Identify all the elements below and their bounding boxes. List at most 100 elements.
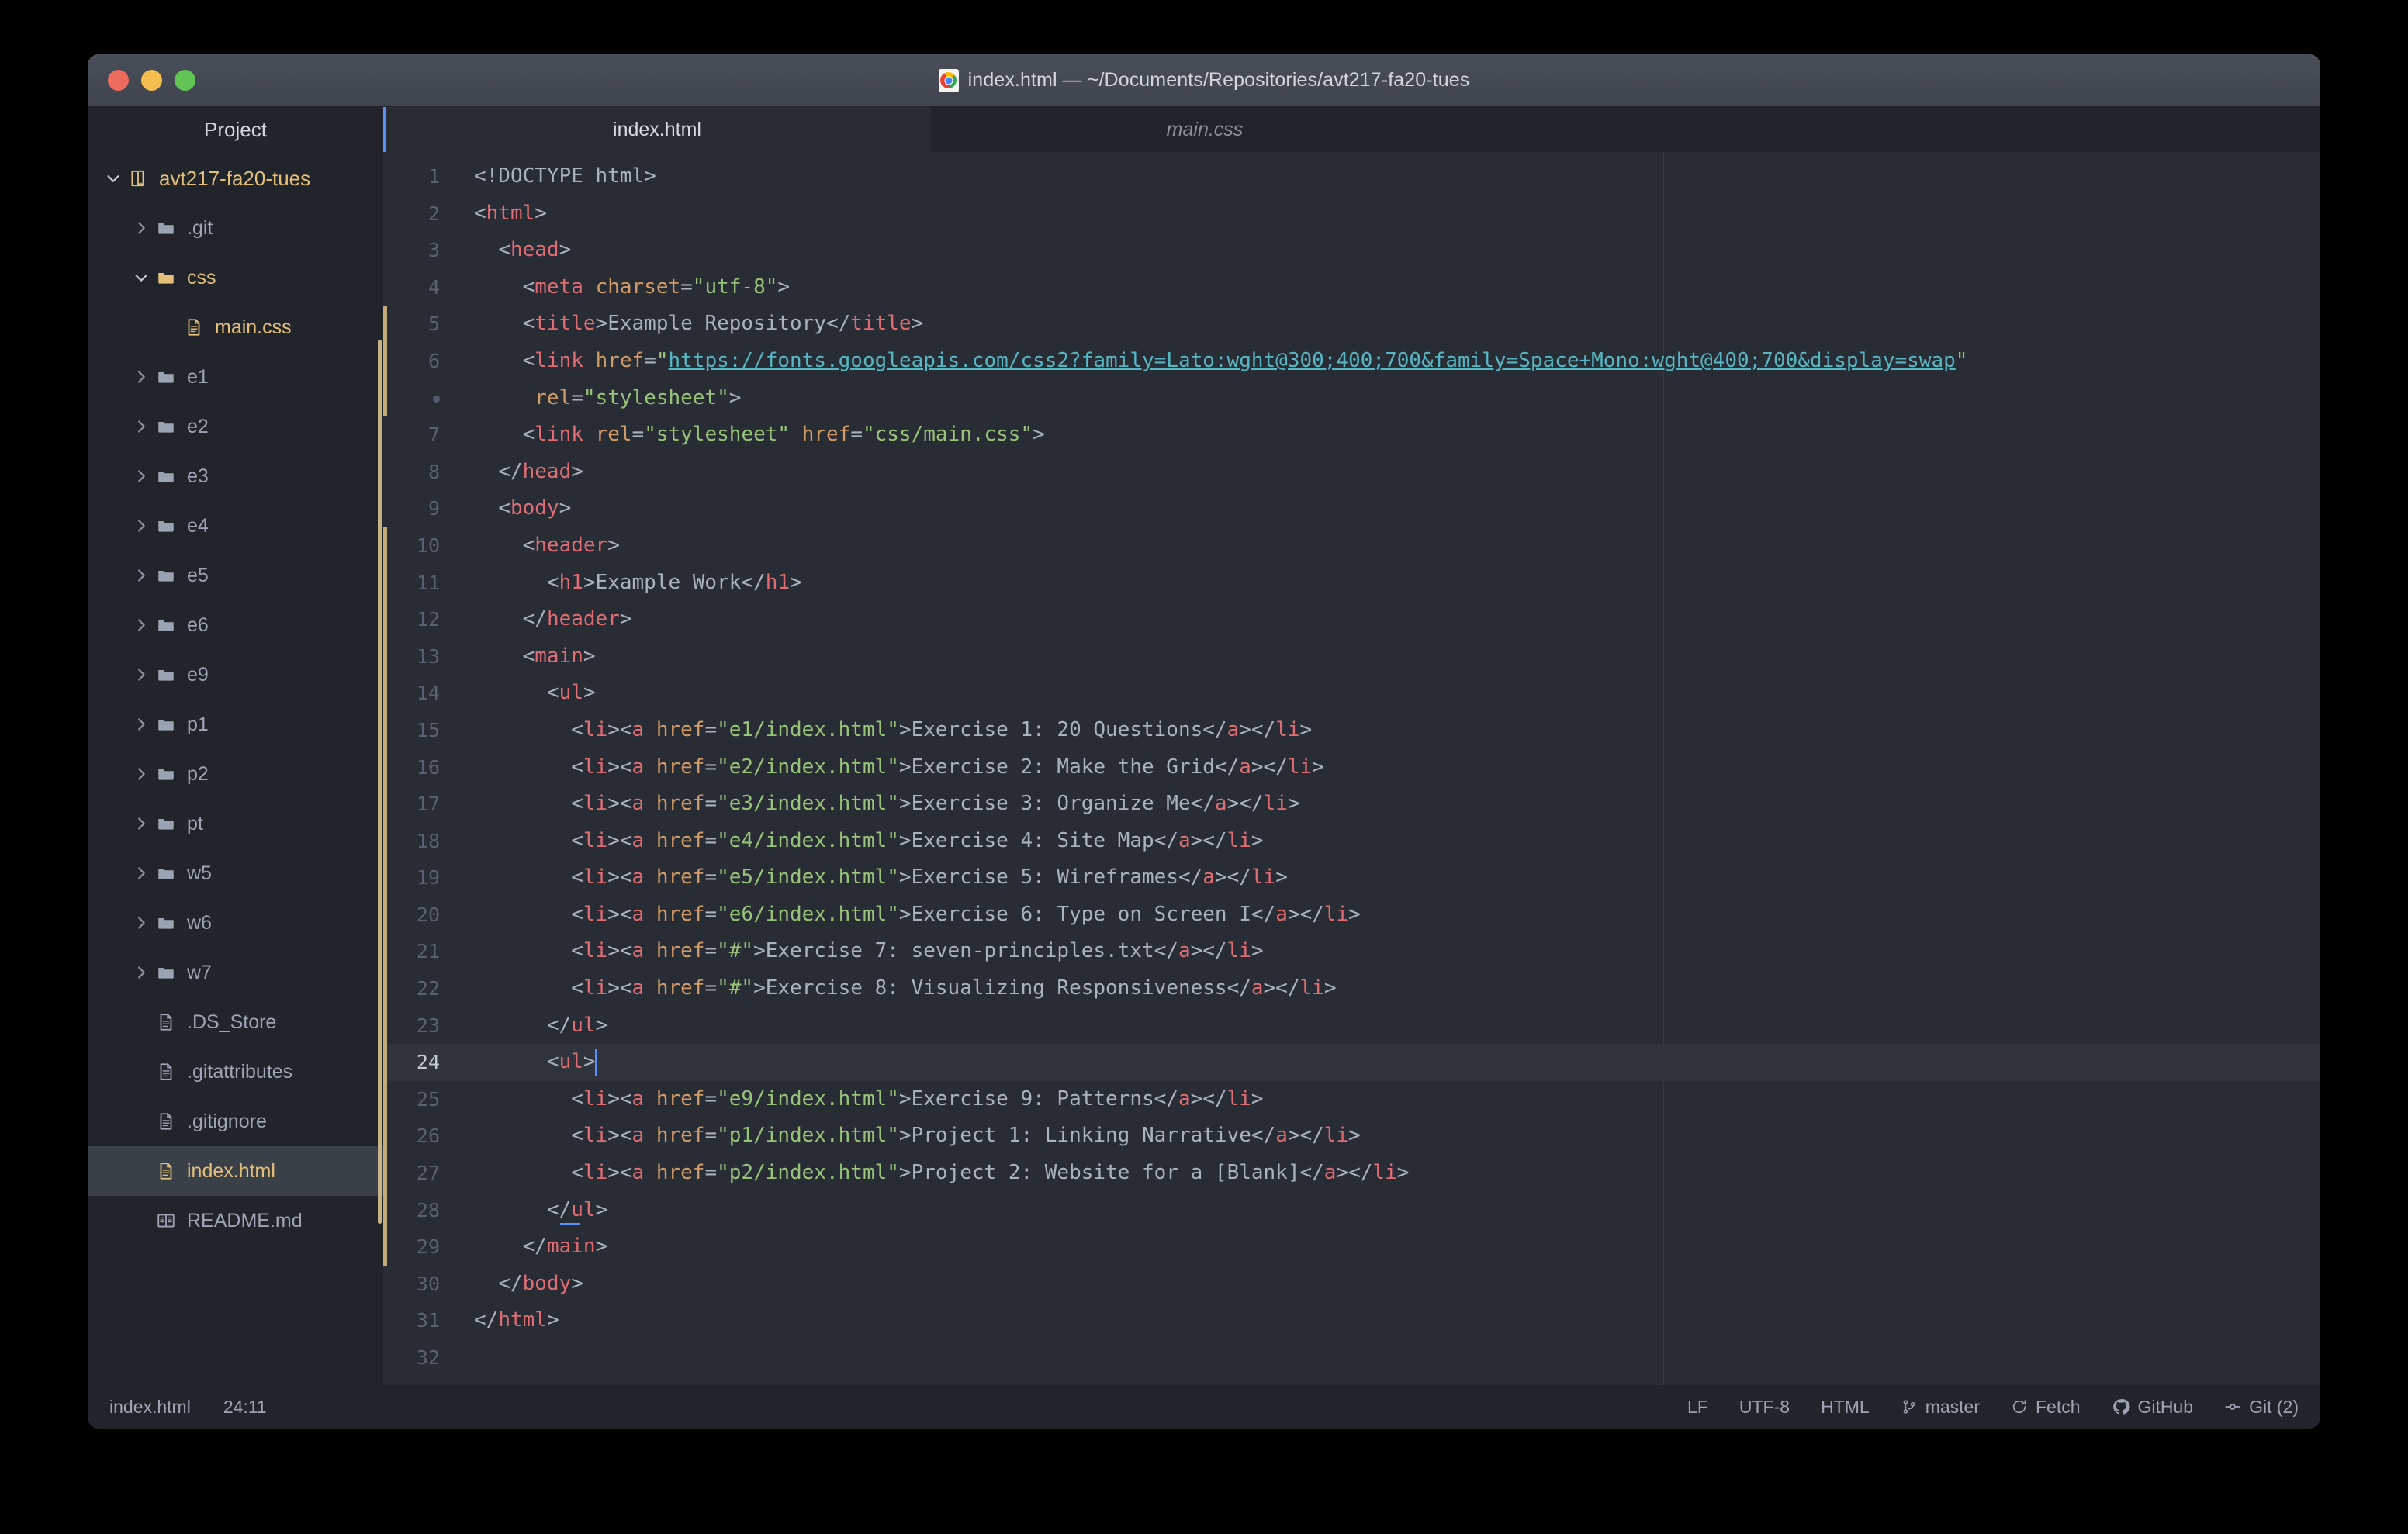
chevron-right-icon[interactable] (130, 418, 153, 435)
code-line[interactable]: 14 <ul> (383, 675, 2320, 712)
chevron-right-icon[interactable] (130, 617, 153, 634)
tree-item-git[interactable]: .git (88, 203, 383, 253)
chevron-right-icon[interactable] (130, 815, 153, 832)
code-token: "e6/index.html" (717, 902, 899, 926)
code-line[interactable]: 12 </header> (383, 601, 2320, 638)
code-text: <main> (457, 638, 596, 675)
tab-index-html[interactable]: index.html (383, 107, 931, 152)
code-token: Project 2: Website for a [Blank] (911, 1161, 1300, 1185)
tree-item-pt[interactable]: pt (88, 799, 383, 848)
status-item-git-2[interactable]: Git (2) (2224, 1397, 2299, 1418)
code-line[interactable]: 30 </body> (383, 1266, 2320, 1303)
code-line[interactable]: 29 </main> (383, 1228, 2320, 1266)
tree-item-index-html[interactable]: index.html (88, 1146, 383, 1196)
chevron-down-icon[interactable] (102, 170, 125, 187)
code-area[interactable]: 1 <!DOCTYPE html> 2 <html> 3 <head> 4 <meta c… (383, 152, 2320, 1385)
chevron-right-icon[interactable] (130, 716, 153, 733)
code-line[interactable]: 3 <head> (383, 232, 2320, 269)
tree-item-w5[interactable]: w5 (88, 848, 383, 898)
code-line[interactable]: 20 <li><a href="e6/index.html">Exercise … (383, 897, 2320, 934)
code-token: </ (1154, 939, 1178, 963)
code-line[interactable]: 5 <title>Example Repository</title> (383, 306, 2320, 343)
chevron-right-icon[interactable] (130, 517, 153, 534)
minimize-button[interactable] (141, 70, 162, 91)
tree-item-e1[interactable]: e1 (88, 352, 383, 402)
tree-item-e5[interactable]: e5 (88, 551, 383, 600)
code-token: < (474, 201, 486, 225)
chevron-right-icon[interactable] (130, 219, 153, 237)
chevron-right-icon[interactable] (130, 964, 153, 981)
code-line[interactable]: 16 <li><a href="e2/index.html">Exercise … (383, 749, 2320, 786)
code-line[interactable]: 9 <body> (383, 490, 2320, 527)
tree-item-e2[interactable]: e2 (88, 402, 383, 451)
code-token: header (535, 533, 608, 557)
code-line[interactable]: 13 <main> (383, 638, 2320, 675)
code-line[interactable]: rel="stylesheet"> (383, 380, 2320, 417)
chevron-right-icon[interactable] (130, 666, 153, 683)
tree-item-p1[interactable]: p1 (88, 700, 383, 749)
tree-item-w6[interactable]: w6 (88, 898, 383, 948)
code-token: a (1251, 976, 1264, 1000)
code-line[interactable]: 7 <link rel="stylesheet" href="css/main.… (383, 416, 2320, 454)
chevron-right-icon[interactable] (130, 368, 153, 385)
chevron-right-icon[interactable] (130, 468, 153, 485)
tab-bar[interactable]: index.html main.css (383, 107, 2320, 152)
code-line[interactable]: 23 </ul> (383, 1007, 2320, 1045)
code-line[interactable]: 8 </head> (383, 454, 2320, 491)
tree-item-main-css[interactable]: main.css (88, 302, 383, 352)
code-token: > (583, 570, 596, 594)
code-line[interactable]: 28 </ul> (383, 1192, 2320, 1229)
code-line[interactable]: 10 <header> (383, 527, 2320, 565)
tree-item-e9[interactable]: e9 (88, 650, 383, 700)
code-line[interactable]: 21 <li><a href="#">Exercise 7: seven-pri… (383, 933, 2320, 970)
tab-main-css[interactable]: main.css (931, 107, 1479, 152)
code-token: a (631, 865, 645, 890)
code-line[interactable]: 19 <li><a href="e5/index.html">Exercise … (383, 859, 2320, 897)
window-titlebar[interactable]: index.html — ~/Documents/Repositories/av… (88, 54, 2320, 107)
tree-item-p2[interactable]: p2 (88, 749, 383, 799)
tree-item-e3[interactable]: e3 (88, 451, 383, 501)
github-icon (2112, 1398, 2130, 1416)
code-line[interactable]: 15 <li><a href="e1/index.html">Exercise … (383, 712, 2320, 749)
tree-item-e6[interactable]: e6 (88, 600, 383, 650)
code-line[interactable]: 27 <li><a href="p2/index.html">Project 2… (383, 1155, 2320, 1192)
status-item-master[interactable]: master (1901, 1397, 1980, 1418)
code-line[interactable]: 4 <meta charset="utf-8"> (383, 269, 2320, 306)
code-line[interactable]: 22 <li><a href="#">Exercise 8: Visualizi… (383, 970, 2320, 1007)
tree-item-e4[interactable]: e4 (88, 501, 383, 551)
tree-item-css[interactable]: css (88, 253, 383, 302)
code-line[interactable]: 2 <html> (383, 195, 2320, 233)
code-line[interactable]: 6 <link href="https://fonts.googleapis.c… (383, 343, 2320, 380)
code-line[interactable]: 25 <li><a href="e9/index.html">Exercise … (383, 1081, 2320, 1118)
tree-item-gitignore[interactable]: .gitignore (88, 1097, 383, 1146)
tree-item-avt217-fa20-tues[interactable]: avt217-fa20-tues (88, 154, 383, 203)
code-line[interactable]: 26 <li><a href="p1/index.html">Project 1… (383, 1118, 2320, 1155)
tree-item-label: pt (187, 812, 203, 834)
status-item-github[interactable]: GitHub (2112, 1397, 2193, 1418)
close-button[interactable] (108, 70, 129, 91)
chevron-right-icon[interactable] (130, 914, 153, 931)
tree-item-readme-md[interactable]: README.md (88, 1196, 383, 1246)
code-line[interactable]: 31 </html> (383, 1302, 2320, 1339)
zoom-button[interactable] (175, 70, 195, 91)
code-line[interactable]: 1 <!DOCTYPE html> (383, 158, 2320, 195)
code-line[interactable]: 32 (383, 1339, 2320, 1377)
status-item-fetch[interactable]: Fetch (2011, 1397, 2081, 1418)
chevron-down-icon[interactable] (130, 269, 153, 286)
line-number: 18 (416, 829, 440, 852)
chevron-right-icon[interactable] (130, 765, 153, 783)
tree-item-ds-store[interactable]: .DS_Store (88, 997, 383, 1047)
code-line[interactable]: 24 <ul> (383, 1044, 2320, 1081)
chevron-right-icon[interactable] (130, 567, 153, 584)
code-line[interactable]: 17 <li><a href="e3/index.html">Exercise … (383, 786, 2320, 823)
chevron-right-icon[interactable] (130, 865, 153, 882)
file-tree[interactable]: avt217-fa20-tues .git css main.css e1 e2 e3 e4 e… (88, 152, 383, 1385)
code-line[interactable]: 18 <li><a href="e4/index.html">Exercise … (383, 823, 2320, 860)
code-lines[interactable]: 1 <!DOCTYPE html> 2 <html> 3 <head> 4 <meta c… (383, 152, 2320, 1377)
code-link[interactable]: https://fonts.googleapis.com/css2?family… (669, 349, 1956, 372)
tree-item-w7[interactable]: w7 (88, 948, 383, 997)
tree-item-gitattributes[interactable]: .gitattributes (88, 1047, 383, 1097)
tree-item-label: w6 (187, 911, 212, 934)
code-line[interactable]: 11 <h1>Example Work</h1> (383, 565, 2320, 602)
sidebar-scrollbar[interactable] (378, 340, 382, 1224)
